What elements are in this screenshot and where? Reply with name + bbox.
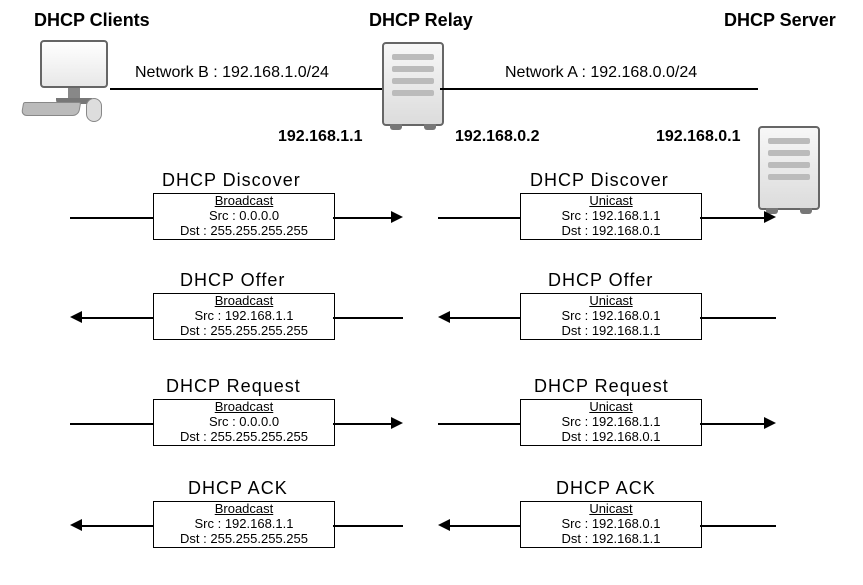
relay-ip-right: 192.168.0.2 bbox=[455, 128, 540, 146]
msg-right-3-cast: Unicast bbox=[521, 502, 701, 517]
dhcp-relay-diagram: DHCP Clients DHCP Relay DHCP Server Netw… bbox=[0, 0, 863, 585]
msg-left-3-dst: Dst : 255.255.255.255 bbox=[154, 532, 334, 547]
msg-left-2-arrow bbox=[391, 417, 403, 429]
msg-right-0-src: Src : 192.168.1.1 bbox=[521, 209, 701, 224]
msg-right-2-line-l bbox=[438, 423, 520, 425]
msg-right-1-title: DHCP Offer bbox=[548, 270, 653, 291]
msg-left-3-arrow bbox=[70, 519, 82, 531]
mouse-icon bbox=[86, 98, 102, 122]
msg-left-3-line-r bbox=[333, 525, 403, 527]
msg-right-2-arrow bbox=[764, 417, 776, 429]
msg-right-2-line-r bbox=[700, 423, 764, 425]
msg-left-2-box: Broadcast Src : 0.0.0.0 Dst : 255.255.25… bbox=[153, 399, 335, 446]
network-b-link bbox=[110, 88, 382, 90]
msg-right-0-cast: Unicast bbox=[521, 194, 701, 209]
msg-left-0-box: Broadcast Src : 0.0.0.0 Dst : 255.255.25… bbox=[153, 193, 335, 240]
msg-right-3-box: Unicast Src : 192.168.0.1 Dst : 192.168.… bbox=[520, 501, 702, 548]
msg-left-2-src: Src : 0.0.0.0 bbox=[154, 415, 334, 430]
keyboard-icon bbox=[21, 102, 81, 116]
msg-left-0-line-r bbox=[333, 217, 391, 219]
relay-ip-left: 192.168.1.1 bbox=[278, 128, 363, 146]
msg-right-0-line-l bbox=[438, 217, 520, 219]
msg-left-0-title: DHCP Discover bbox=[162, 170, 301, 191]
msg-right-1-cast: Unicast bbox=[521, 294, 701, 309]
msg-left-2-cast: Broadcast bbox=[154, 400, 334, 415]
msg-right-2-cast: Unicast bbox=[521, 400, 701, 415]
msg-right-3-dst: Dst : 192.168.1.1 bbox=[521, 532, 701, 547]
msg-right-3-line-l bbox=[450, 525, 520, 527]
msg-left-0-arrow bbox=[391, 211, 403, 223]
relay-icon bbox=[382, 42, 444, 126]
msg-left-2-title: DHCP Request bbox=[166, 376, 301, 397]
msg-left-1-cast: Broadcast bbox=[154, 294, 334, 309]
msg-right-1-line-l bbox=[450, 317, 520, 319]
msg-right-0-arrow bbox=[764, 211, 776, 223]
msg-left-0-line-l bbox=[70, 217, 153, 219]
msg-left-0-dst: Dst : 255.255.255.255 bbox=[154, 224, 334, 239]
msg-right-0-box: Unicast Src : 192.168.1.1 Dst : 192.168.… bbox=[520, 193, 702, 240]
msg-right-3-line-r bbox=[700, 525, 776, 527]
network-b-label: Network B : 192.168.1.0/24 bbox=[135, 64, 329, 82]
msg-right-2-title: DHCP Request bbox=[534, 376, 669, 397]
msg-right-1-src: Src : 192.168.0.1 bbox=[521, 309, 701, 324]
server-ip: 192.168.0.1 bbox=[656, 128, 741, 146]
msg-right-2-src: Src : 192.168.1.1 bbox=[521, 415, 701, 430]
msg-left-1-line-r bbox=[333, 317, 403, 319]
msg-left-1-title: DHCP Offer bbox=[180, 270, 285, 291]
msg-left-0-src: Src : 0.0.0.0 bbox=[154, 209, 334, 224]
server-icon bbox=[758, 126, 820, 210]
relay-title: DHCP Relay bbox=[369, 10, 473, 31]
client-icon bbox=[40, 40, 108, 104]
msg-left-3-box: Broadcast Src : 192.168.1.1 Dst : 255.25… bbox=[153, 501, 335, 548]
client-title: DHCP Clients bbox=[34, 10, 150, 31]
msg-right-2-box: Unicast Src : 192.168.1.1 Dst : 192.168.… bbox=[520, 399, 702, 446]
msg-left-1-dst: Dst : 255.255.255.255 bbox=[154, 324, 334, 339]
msg-left-2-line-l bbox=[70, 423, 153, 425]
msg-left-3-title: DHCP ACK bbox=[188, 478, 288, 499]
msg-right-3-src: Src : 192.168.0.1 bbox=[521, 517, 701, 532]
msg-left-3-src: Src : 192.168.1.1 bbox=[154, 517, 334, 532]
msg-right-1-arrow bbox=[438, 311, 450, 323]
msg-right-1-dst: Dst : 192.168.1.1 bbox=[521, 324, 701, 339]
msg-left-3-line-l bbox=[82, 525, 153, 527]
msg-left-2-dst: Dst : 255.255.255.255 bbox=[154, 430, 334, 445]
msg-left-2-line-r bbox=[333, 423, 391, 425]
msg-right-1-line-r bbox=[700, 317, 776, 319]
msg-left-1-line-l bbox=[82, 317, 153, 319]
msg-right-2-dst: Dst : 192.168.0.1 bbox=[521, 430, 701, 445]
msg-left-1-box: Broadcast Src : 192.168.1.1 Dst : 255.25… bbox=[153, 293, 335, 340]
server-title: DHCP Server bbox=[724, 10, 836, 31]
msg-right-0-title: DHCP Discover bbox=[530, 170, 669, 191]
network-a-label: Network A : 192.168.0.0/24 bbox=[505, 64, 697, 82]
msg-left-1-src: Src : 192.168.1.1 bbox=[154, 309, 334, 324]
msg-right-1-box: Unicast Src : 192.168.0.1 Dst : 192.168.… bbox=[520, 293, 702, 340]
msg-left-0-cast: Broadcast bbox=[154, 194, 334, 209]
msg-right-0-line-r bbox=[700, 217, 764, 219]
msg-right-3-arrow bbox=[438, 519, 450, 531]
msg-left-1-arrow bbox=[70, 311, 82, 323]
msg-right-3-title: DHCP ACK bbox=[556, 478, 656, 499]
network-a-link bbox=[440, 88, 758, 90]
msg-left-3-cast: Broadcast bbox=[154, 502, 334, 517]
msg-right-0-dst: Dst : 192.168.0.1 bbox=[521, 224, 701, 239]
